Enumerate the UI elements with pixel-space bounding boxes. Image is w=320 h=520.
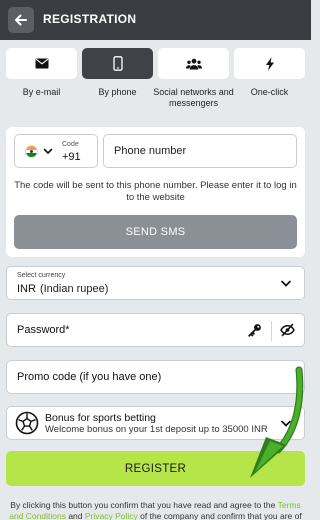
tab-by-phone[interactable]: By phone — [82, 48, 153, 114]
password-placeholder: Password* — [17, 324, 70, 336]
tab-by-email[interactable]: By e-mail — [6, 48, 77, 114]
promo-code-placeholder: Promo code (if you have one) — [17, 371, 162, 383]
phone-number-input[interactable]: Phone number — [103, 134, 297, 168]
phone-registration-card: Code +91 Phone number The code will be s… — [6, 127, 305, 257]
promo-code-field[interactable]: Promo code (if you have one) — [6, 360, 305, 394]
tab-social-networks-label: Social networks and messengers — [153, 87, 234, 108]
terms-prefix: By clicking this button you confirm that… — [10, 500, 278, 510]
tab-one-click-label: One-click — [250, 87, 289, 97]
currency-code: INR — [17, 283, 36, 295]
tab-social-networks-box[interactable] — [158, 48, 229, 79]
india-flag-icon — [25, 145, 38, 158]
terms-text: By clicking this button you confirm that… — [6, 500, 305, 520]
registration-method-tabs: By e-mail By phone Social networks and m… — [6, 48, 305, 114]
tab-one-click[interactable]: One-click — [234, 48, 305, 114]
terms-middle: and — [65, 511, 85, 520]
bonus-subtitle: Welcome bonus on your 1st deposit up to … — [45, 424, 268, 435]
arrow-left-icon — [15, 14, 27, 26]
password-field[interactable]: Password* — [6, 313, 305, 347]
chevron-down-icon — [281, 280, 291, 287]
lightning-icon — [265, 56, 274, 71]
tab-one-click-box[interactable] — [234, 48, 305, 79]
currency-value: INR (Indian rupee) — [17, 283, 108, 295]
terms-suffix: of the company and confirm that you are … — [137, 511, 302, 520]
key-icon[interactable] — [248, 323, 262, 337]
code-value: +91 — [62, 151, 81, 163]
tab-social-networks[interactable]: Social networks and messengers — [153, 48, 234, 114]
code-label: Code — [62, 141, 79, 148]
header-bar: REGISTRATION — [0, 0, 311, 40]
eye-off-icon[interactable] — [280, 323, 295, 337]
currency-name: (Indian rupee) — [39, 283, 109, 295]
currency-label: Select currency — [17, 272, 66, 279]
send-sms-button[interactable]: SEND SMS — [14, 215, 297, 249]
privacy-link[interactable]: Privacy Policy — [85, 511, 138, 520]
chevron-down-icon — [281, 420, 291, 427]
country-code-select[interactable]: Code +91 — [14, 134, 98, 168]
register-button[interactable]: REGISTER — [6, 451, 305, 486]
currency-select[interactable]: Select currency INR (Indian rupee) — [6, 266, 305, 300]
soccer-ball-icon — [15, 411, 39, 435]
divider — [271, 321, 272, 341]
tab-by-phone-box[interactable] — [82, 48, 153, 79]
back-button[interactable] — [8, 7, 34, 33]
tab-by-phone-label: By phone — [98, 87, 137, 97]
envelope-icon — [35, 58, 48, 69]
tab-by-email-box[interactable] — [6, 48, 77, 79]
users-icon — [185, 58, 202, 69]
tab-by-email-label: By e-mail — [22, 87, 61, 97]
smartphone-icon — [112, 56, 123, 71]
bonus-title: Bonus for sports betting — [45, 412, 156, 424]
sms-note: The code will be sent to this phone numb… — [14, 180, 297, 203]
chevron-down-icon — [43, 148, 53, 155]
page-title: REGISTRATION — [43, 12, 137, 26]
bonus-select[interactable]: Bonus for sports betting Welcome bonus o… — [6, 406, 305, 440]
